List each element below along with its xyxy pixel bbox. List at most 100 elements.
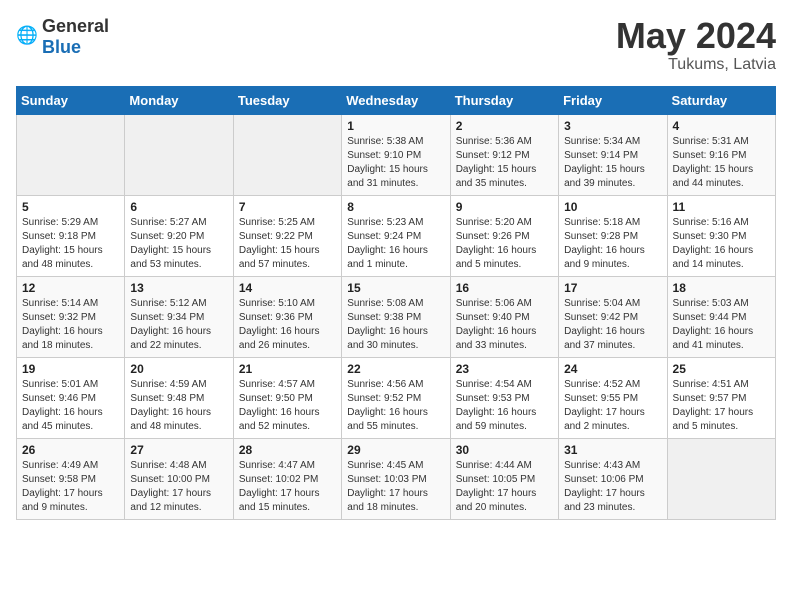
- day-info: Sunrise: 4:44 AMSunset: 10:05 PMDaylight…: [456, 459, 553, 515]
- day-number: 13: [130, 281, 227, 295]
- calendar-cell: 18 Sunrise: 5:03 AMSunset: 9:44 PMDayligh…: [667, 276, 775, 357]
- logo: 🌐 General Blue: [16, 16, 109, 58]
- day-number: 19: [22, 362, 119, 376]
- day-number: 2: [456, 119, 553, 133]
- week-row-4: 19 Sunrise: 5:01 AMSunset: 9:46 PMDayligh…: [17, 357, 776, 438]
- day-number: 3: [564, 119, 661, 133]
- calendar-cell: 10 Sunrise: 5:18 AMSunset: 9:28 PMDayligh…: [559, 195, 667, 276]
- calendar-cell: 23Sunrise: 4:54 AMSunset: 9:53 PMDayligh…: [450, 357, 558, 438]
- calendar-cell: 13Sunrise: 5:12 AMSunset: 9:34 PMDayligh…: [125, 276, 233, 357]
- calendar-cell: 4 Sunrise: 5:31 AMSunset: 9:16 PMDaylight…: [667, 114, 775, 195]
- day-info: Sunrise: 5:25 AMSunset: 9:22 PMDaylight:…: [239, 216, 336, 272]
- day-info: Sunrise: 4:57 AMSunset: 9:50 PMDaylight:…: [239, 378, 336, 434]
- day-number: 20: [130, 362, 227, 376]
- day-info: Sunrise: 5:27 AMSunset: 9:20 PMDaylight:…: [130, 216, 227, 272]
- day-info: Sunrise: 4:52 AMSunset: 9:55 PMDaylight:…: [564, 378, 661, 434]
- week-row-3: 12 Sunrise: 5:14 AMSunset: 9:32 PMDayligh…: [17, 276, 776, 357]
- day-info: Sunrise: 5:31 AMSunset: 9:16 PMDaylight:…: [673, 135, 770, 191]
- calendar-cell: [667, 438, 775, 519]
- day-number: 25: [673, 362, 770, 376]
- day-info: Sunrise: 5:06 AMSunset: 9:40 PMDaylight:…: [456, 297, 553, 353]
- logo-text-blue: Blue: [42, 37, 81, 57]
- day-number: 1: [347, 119, 444, 133]
- day-info: Sunrise: 4:48 AMSunset: 10:00 PMDaylight…: [130, 459, 227, 515]
- calendar-cell: 14 Sunrise: 5:10 AMSunset: 9:36 PMDayligh…: [233, 276, 341, 357]
- calendar-cell: 29Sunrise: 4:45 AMSunset: 10:03 PMDaylig…: [342, 438, 450, 519]
- day-info: Sunrise: 5:08 AMSunset: 9:38 PMDaylight:…: [347, 297, 444, 353]
- day-number: 23: [456, 362, 553, 376]
- calendar-cell: 11 Sunrise: 5:16 AMSunset: 9:30 PMDayligh…: [667, 195, 775, 276]
- day-number: 22: [347, 362, 444, 376]
- page-header: 🌐 General Blue May 2024 Tukums, Latvia: [16, 16, 776, 74]
- calendar-cell: 21 Sunrise: 4:57 AMSunset: 9:50 PMDayligh…: [233, 357, 341, 438]
- day-number: 7: [239, 200, 336, 214]
- calendar-cell: 6Sunrise: 5:27 AMSunset: 9:20 PMDaylight…: [125, 195, 233, 276]
- calendar-cell: 16 Sunrise: 5:06 AMSunset: 9:40 PMDayligh…: [450, 276, 558, 357]
- day-info: Sunrise: 5:14 AMSunset: 9:32 PMDaylight:…: [22, 297, 119, 353]
- month-year: May 2024: [616, 16, 776, 56]
- day-header-friday: Friday: [559, 86, 667, 114]
- day-info: Sunrise: 4:47 AMSunset: 10:02 PMDaylight…: [239, 459, 336, 515]
- day-info: Sunrise: 4:49 AMSunset: 9:58 PMDaylight:…: [22, 459, 119, 515]
- calendar-cell: 20 Sunrise: 4:59 AMSunset: 9:48 PMDayligh…: [125, 357, 233, 438]
- calendar-cell: 3Sunrise: 5:34 AMSunset: 9:14 PMDaylight…: [559, 114, 667, 195]
- day-number: 30: [456, 443, 553, 457]
- calendar-cell: 8Sunrise: 5:23 AMSunset: 9:24 PMDaylight…: [342, 195, 450, 276]
- calendar-cell: 27 Sunrise: 4:48 AMSunset: 10:00 PMDaylig…: [125, 438, 233, 519]
- calendar-cell: 12 Sunrise: 5:14 AMSunset: 9:32 PMDayligh…: [17, 276, 125, 357]
- day-info: Sunrise: 5:38 AMSunset: 9:10 PMDaylight:…: [347, 135, 444, 191]
- logo-text-general: General: [42, 16, 109, 36]
- location: Tukums, Latvia: [616, 56, 776, 74]
- day-number: 11: [673, 200, 770, 214]
- day-info: Sunrise: 5:20 AMSunset: 9:26 PMDaylight:…: [456, 216, 553, 272]
- week-row-2: 5 Sunrise: 5:29 AMSunset: 9:18 PMDaylight…: [17, 195, 776, 276]
- day-info: Sunrise: 4:43 AMSunset: 10:06 PMDaylight…: [564, 459, 661, 515]
- day-number: 8: [347, 200, 444, 214]
- day-number: 14: [239, 281, 336, 295]
- day-number: 16: [456, 281, 553, 295]
- day-info: Sunrise: 5:18 AMSunset: 9:28 PMDaylight:…: [564, 216, 661, 272]
- day-number: 9: [456, 200, 553, 214]
- day-info: Sunrise: 5:16 AMSunset: 9:30 PMDaylight:…: [673, 216, 770, 272]
- day-number: 18: [673, 281, 770, 295]
- title-block: May 2024 Tukums, Latvia: [616, 16, 776, 74]
- day-number: 24: [564, 362, 661, 376]
- day-number: 10: [564, 200, 661, 214]
- day-number: 15: [347, 281, 444, 295]
- calendar-cell: 17Sunrise: 5:04 AMSunset: 9:42 PMDayligh…: [559, 276, 667, 357]
- calendar-cell: [17, 114, 125, 195]
- day-info: Sunrise: 5:36 AMSunset: 9:12 PMDaylight:…: [456, 135, 553, 191]
- day-info: Sunrise: 5:04 AMSunset: 9:42 PMDaylight:…: [564, 297, 661, 353]
- day-number: 21: [239, 362, 336, 376]
- calendar-cell: 26 Sunrise: 4:49 AMSunset: 9:58 PMDayligh…: [17, 438, 125, 519]
- calendar-cell: 25 Sunrise: 4:51 AMSunset: 9:57 PMDayligh…: [667, 357, 775, 438]
- day-number: 4: [673, 119, 770, 133]
- day-number: 27: [130, 443, 227, 457]
- day-info: Sunrise: 5:10 AMSunset: 9:36 PMDaylight:…: [239, 297, 336, 353]
- day-info: Sunrise: 4:45 AMSunset: 10:03 PMDaylight…: [347, 459, 444, 515]
- calendar-cell: 28 Sunrise: 4:47 AMSunset: 10:02 PMDaylig…: [233, 438, 341, 519]
- day-info: Sunrise: 4:59 AMSunset: 9:48 PMDaylight:…: [130, 378, 227, 434]
- day-number: 5: [22, 200, 119, 214]
- week-row-5: 26 Sunrise: 4:49 AMSunset: 9:58 PMDayligh…: [17, 438, 776, 519]
- day-info: Sunrise: 5:29 AMSunset: 9:18 PMDaylight:…: [22, 216, 119, 272]
- day-number: 26: [22, 443, 119, 457]
- calendar-cell: 30 Sunrise: 4:44 AMSunset: 10:05 PMDaylig…: [450, 438, 558, 519]
- day-info: Sunrise: 5:03 AMSunset: 9:44 PMDaylight:…: [673, 297, 770, 353]
- day-info: Sunrise: 4:51 AMSunset: 9:57 PMDaylight:…: [673, 378, 770, 434]
- calendar-table: SundayMondayTuesdayWednesdayThursdayFrid…: [16, 86, 776, 520]
- day-number: 12: [22, 281, 119, 295]
- calendar-cell: [125, 114, 233, 195]
- day-info: Sunrise: 5:01 AMSunset: 9:46 PMDaylight:…: [22, 378, 119, 434]
- calendar-cell: 1 Sunrise: 5:38 AMSunset: 9:10 PMDaylight…: [342, 114, 450, 195]
- calendar-cell: 22Sunrise: 4:56 AMSunset: 9:52 PMDayligh…: [342, 357, 450, 438]
- calendar-cell: 31 Sunrise: 4:43 AMSunset: 10:06 PMDaylig…: [559, 438, 667, 519]
- day-header-tuesday: Tuesday: [233, 86, 341, 114]
- day-number: 31: [564, 443, 661, 457]
- day-header-saturday: Saturday: [667, 86, 775, 114]
- calendar-cell: [233, 114, 341, 195]
- day-number: 28: [239, 443, 336, 457]
- header-row: SundayMondayTuesdayWednesdayThursdayFrid…: [17, 86, 776, 114]
- calendar-cell: 19 Sunrise: 5:01 AMSunset: 9:46 PMDayligh…: [17, 357, 125, 438]
- day-header-monday: Monday: [125, 86, 233, 114]
